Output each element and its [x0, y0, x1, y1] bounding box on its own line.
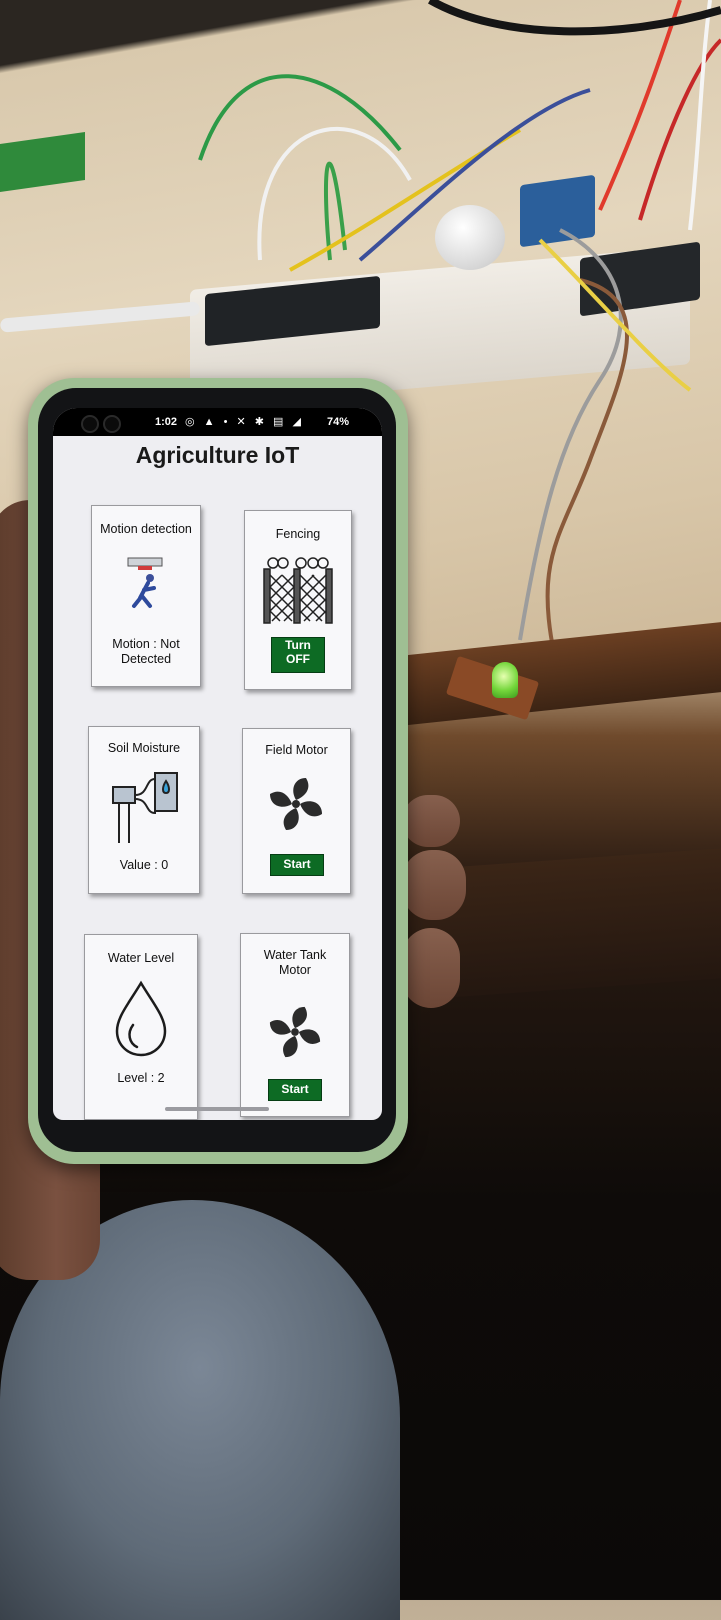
fencing-toggle-button[interactable]: Turn OFF	[271, 637, 325, 673]
finger	[402, 795, 460, 847]
field-motor-start-button[interactable]: Start	[270, 854, 324, 876]
water-tank-motor-start-button[interactable]: Start	[268, 1079, 322, 1101]
front-camera-icon	[81, 415, 99, 433]
field-motor-card[interactable]: Field Motor Start	[242, 728, 351, 894]
green-led	[492, 662, 518, 698]
status-bar: 1:02 ◎ ▲ • ✕ ✱ ▤ ◢ 74%	[53, 408, 382, 436]
status-icons: ◎ ▲ • ✕ ✱ ▤ ◢	[185, 416, 304, 428]
card-title: Motion detection	[100, 522, 192, 536]
fan-icon	[270, 778, 322, 830]
card-title: Fencing	[275, 527, 321, 541]
intruder-sensor-icon	[127, 557, 163, 608]
water-level-value: Level : 2	[117, 1071, 165, 1085]
water-tank-motor-card[interactable]: Water Tank Motor Start	[240, 933, 350, 1117]
finger	[402, 850, 466, 920]
motion-status: Motion : Not Detected	[112, 637, 180, 666]
front-camera-icon	[103, 415, 121, 433]
page-title: Agriculture IoT	[135, 442, 300, 468]
home-indicator[interactable]	[165, 1107, 269, 1111]
fan-icon	[269, 1006, 321, 1058]
soil-moisture-value: Value : 0	[119, 858, 169, 872]
phone-screen: 1:02 ◎ ▲ • ✕ ✱ ▤ ◢ 74% Agriculture IoT M…	[53, 408, 382, 1120]
status-time: 1:02	[155, 416, 178, 428]
card-title: Soil Moisture	[107, 741, 181, 755]
battery-level: 74%	[327, 416, 350, 428]
card-title: Water Level	[107, 951, 175, 965]
water-drop-icon	[115, 980, 167, 1057]
soil-sensor-icon	[112, 772, 178, 843]
soil-moisture-card[interactable]: Soil Moisture Value : 0	[88, 726, 200, 894]
fencing-card[interactable]: Fencing Turn OFF	[244, 510, 352, 690]
card-title: Field Motor	[265, 743, 328, 757]
fence-icon	[263, 557, 333, 624]
water-level-card[interactable]: Water Level Level : 2	[84, 934, 198, 1120]
finger	[402, 928, 460, 1008]
card-title: Water Tank Motor	[263, 948, 327, 977]
motion-detection-card[interactable]: Motion detection Motion : Not Detected	[91, 505, 201, 687]
